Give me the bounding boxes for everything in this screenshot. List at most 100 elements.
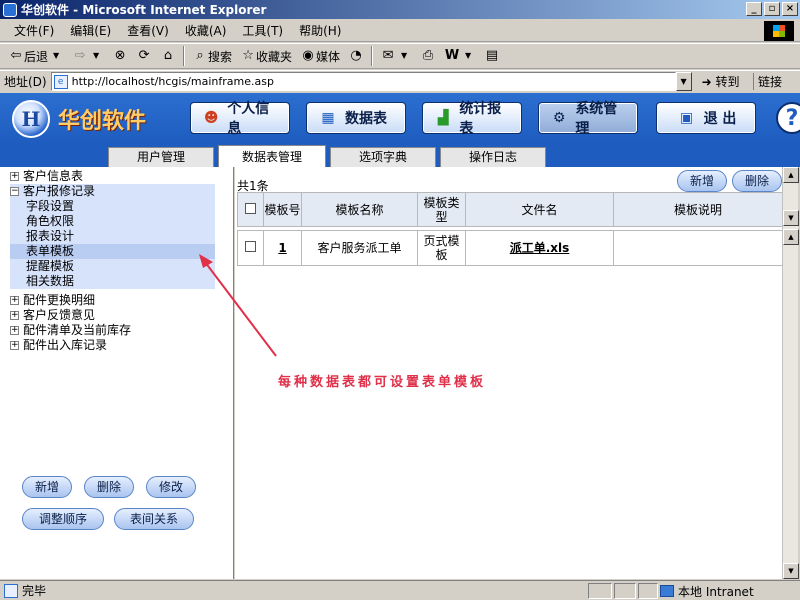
scroll-down-icon[interactable]: ▼ bbox=[783, 563, 799, 579]
table-icon: ▦ bbox=[321, 110, 335, 126]
tree-node-customer-feedback[interactable]: + 客户反馈意见 bbox=[10, 308, 220, 323]
page-icon: e bbox=[53, 74, 68, 89]
menu-file[interactable]: 文件(F) bbox=[6, 22, 62, 39]
tree-item-reminder-templates[interactable]: 提醒模板 bbox=[10, 259, 215, 274]
tree-node-parts-replacement[interactable]: + 配件更换明细 bbox=[10, 293, 220, 308]
annotation-text: 每种数据表都可设置表单模板 bbox=[278, 375, 487, 390]
expand-icon[interactable]: + bbox=[10, 311, 19, 320]
restore-button[interactable]: ▫ bbox=[764, 2, 780, 16]
tab-option-dictionary[interactable]: 选项字典 bbox=[330, 147, 436, 167]
toolbar: ⇦ 后退 ▼ ⇨ ▼ ⊗ ⟳ ⌂ ⌕ 搜索 ☆ 收藏夹 ◉ 媒体 ◔ ✉ ▼ ⎙… bbox=[0, 43, 800, 69]
stop-icon: ⊗ bbox=[114, 48, 126, 63]
menu-view[interactable]: 查看(V) bbox=[119, 22, 177, 39]
tree-edit-button[interactable]: 修改 bbox=[146, 476, 196, 498]
nav-personal-info-button[interactable]: ☻ 个人信息 bbox=[190, 101, 290, 137]
tree-item-field-settings[interactable]: 字段设置 bbox=[10, 199, 215, 214]
search-button[interactable]: ⌕ 搜索 bbox=[188, 45, 236, 67]
close-button[interactable]: × bbox=[782, 2, 798, 16]
tree-node-customer-info[interactable]: + 客户信息表 bbox=[10, 169, 220, 184]
document-icon: ▤ bbox=[485, 48, 499, 63]
menu-edit[interactable]: 编辑(E) bbox=[62, 22, 119, 39]
menu-bar: 文件(F) 编辑(E) 查看(V) 收藏(A) 工具(T) 帮助(H) bbox=[0, 20, 800, 42]
header-template-desc: 模板说明 bbox=[613, 192, 783, 227]
app-logo: H 华创软件 bbox=[12, 100, 146, 138]
favorites-button[interactable]: ☆ 收藏夹 bbox=[236, 45, 296, 67]
vertical-scrollbar[interactable]: ▲ ▼ ▲ ▼ bbox=[782, 167, 799, 579]
stop-button[interactable]: ⊗ bbox=[108, 45, 132, 67]
tree-item-form-templates[interactable]: 表单模板 bbox=[10, 244, 215, 259]
expand-icon[interactable]: + bbox=[10, 326, 19, 335]
logo-icon: H bbox=[12, 100, 50, 138]
links-button[interactable]: 链接 bbox=[752, 73, 782, 90]
history-button[interactable]: ◔ bbox=[344, 45, 368, 67]
status-bar: 完毕 本地 Intranet bbox=[0, 580, 800, 600]
tab-bar: 用户管理 数据表管理 选项字典 操作日志 bbox=[0, 145, 800, 167]
header-template-no: 模板号 bbox=[263, 192, 302, 227]
file-name-link[interactable]: 派工单.xls bbox=[510, 241, 570, 255]
ie-icon bbox=[3, 2, 17, 17]
template-table: 模板号 模板名称 模板类型 文件名 模板说明 1 客户服务派工单 页式模板 派工… bbox=[237, 192, 783, 266]
person-icon: ☻ bbox=[203, 110, 219, 126]
scroll-up-icon[interactable]: ▲ bbox=[783, 229, 799, 245]
tree-node-parts-in-out[interactable]: + 配件出入库记录 bbox=[10, 338, 220, 353]
back-button[interactable]: ⇦ 后退 ▼ bbox=[4, 45, 68, 67]
brand-name: 华创软件 bbox=[58, 109, 147, 134]
tree-item-report-design[interactable]: 报表设计 bbox=[10, 229, 215, 244]
nav-data-tables-button[interactable]: ▦ 数据表 bbox=[306, 102, 406, 134]
menu-help[interactable]: 帮助(H) bbox=[291, 22, 349, 39]
windows-logo-icon bbox=[764, 21, 794, 41]
address-input[interactable]: e http://localhost/hcgis/mainframe.asp bbox=[50, 72, 676, 91]
template-add-button[interactable]: 新增 bbox=[677, 170, 727, 192]
collapse-icon[interactable]: − bbox=[10, 187, 19, 196]
row-checkbox[interactable] bbox=[245, 241, 256, 252]
help-icon[interactable]: ? bbox=[776, 102, 800, 134]
edit-word-button[interactable]: W ▼ bbox=[440, 45, 480, 67]
security-zone: 本地 Intranet bbox=[660, 583, 754, 599]
minimize-button[interactable]: _ bbox=[746, 2, 762, 16]
nav-system-button[interactable]: ⚙ 系统管理 bbox=[538, 101, 638, 137]
tree-delete-button[interactable]: 删除 bbox=[84, 476, 134, 498]
select-all-checkbox[interactable] bbox=[245, 202, 256, 214]
nav-reports-button[interactable]: ▟ 统计报表 bbox=[422, 101, 522, 137]
tree-add-button[interactable]: 新增 bbox=[22, 476, 72, 498]
home-button[interactable]: ⌂ bbox=[156, 45, 180, 67]
address-url: http://localhost/hcgis/mainframe.asp bbox=[71, 75, 274, 88]
scroll-down-icon[interactable]: ▼ bbox=[783, 210, 799, 226]
template-no-link[interactable]: 1 bbox=[278, 241, 286, 255]
expand-icon[interactable]: + bbox=[10, 172, 19, 181]
refresh-button[interactable]: ⟳ bbox=[132, 45, 156, 67]
menu-tools[interactable]: 工具(T) bbox=[234, 22, 291, 39]
tab-user-management[interactable]: 用户管理 bbox=[108, 147, 214, 167]
window-title: 华创软件 - Microsoft Internet Explorer bbox=[21, 3, 267, 17]
table-row: 1 客户服务派工单 页式模板 派工单.xls bbox=[237, 230, 783, 266]
discuss-button[interactable]: ▤ bbox=[480, 45, 504, 67]
expand-icon[interactable]: + bbox=[10, 296, 19, 305]
expand-icon[interactable]: + bbox=[10, 341, 19, 350]
reorder-button[interactable]: 调整顺序 bbox=[22, 508, 104, 530]
media-button[interactable]: ◉ 媒体 bbox=[296, 45, 344, 67]
tree-group-repair-records: − 客户报修记录 字段设置 角色权限 报表设计 表单模板 提醒模板 相关数据 bbox=[10, 184, 215, 289]
mail-button[interactable]: ✉ ▼ bbox=[376, 45, 416, 67]
header-template-name: 模板名称 bbox=[301, 192, 418, 227]
tree-node-repair-records[interactable]: − 客户报修记录 bbox=[10, 184, 215, 199]
template-delete-button[interactable]: 删除 bbox=[732, 170, 782, 192]
tree-item-role-permissions[interactable]: 角色权限 bbox=[10, 214, 215, 229]
address-label: 地址(D) bbox=[4, 75, 47, 89]
cell-file-name: 派工单.xls bbox=[465, 230, 614, 266]
tree-node-parts-inventory[interactable]: + 配件清单及当前库存 bbox=[10, 323, 220, 338]
address-dropdown-button[interactable]: ▼ bbox=[675, 72, 692, 91]
cell-template-name: 客户服务派工单 bbox=[301, 230, 418, 266]
nav-exit-button[interactable]: ▣ 退 出 bbox=[656, 102, 756, 134]
tab-table-management[interactable]: 数据表管理 bbox=[218, 145, 326, 167]
scroll-up-icon[interactable]: ▲ bbox=[783, 167, 799, 183]
left-panel: + 客户信息表 − 客户报修记录 字段设置 角色权限 报表设计 表单模板 提醒模… bbox=[0, 167, 234, 579]
table-relation-button[interactable]: 表间关系 bbox=[114, 508, 194, 530]
tab-operation-log[interactable]: 操作日志 bbox=[440, 147, 546, 167]
mail-icon: ✉ bbox=[382, 48, 394, 63]
search-icon: ⌕ bbox=[196, 48, 204, 63]
print-button[interactable]: ⎙ bbox=[416, 45, 440, 67]
tree-item-related-data[interactable]: 相关数据 bbox=[10, 274, 215, 289]
forward-button[interactable]: ⇨ ▼ bbox=[68, 45, 108, 67]
go-button[interactable]: ➜ 转到 bbox=[702, 73, 740, 90]
menu-favorites[interactable]: 收藏(A) bbox=[177, 22, 235, 39]
